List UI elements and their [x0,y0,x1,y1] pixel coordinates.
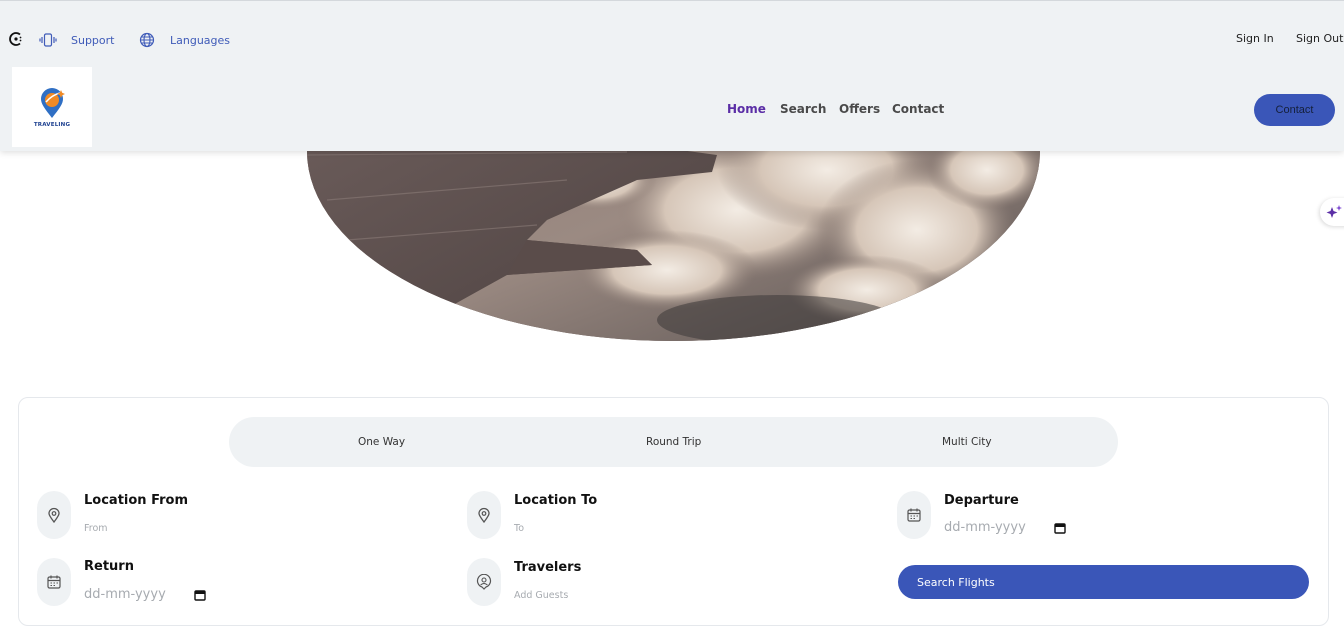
logo-pin-icon [41,87,65,118]
travelers-label: Travelers [514,560,582,575]
return-date-input[interactable]: dd-mm-yyyy [84,587,206,602]
user-pin-icon [476,574,492,590]
languages-link[interactable]: Languages [139,32,230,48]
site-header: Support Languages Sign In Sign Out TRAVE… [0,0,1344,151]
map-pin-icon [478,507,490,523]
departure-placeholder: dd-mm-yyyy [944,520,1026,535]
search-flights-button[interactable]: Search Flights [898,565,1309,599]
languages-label: Languages [170,33,231,47]
calendar-icon [907,508,921,522]
tab-one-way[interactable]: One Way [358,436,405,448]
sign-out-link[interactable]: Sign Out [1296,32,1343,45]
nav-item-home[interactable]: Home [727,102,766,116]
location-to-icon-wrap [467,491,501,539]
calendar-icon [47,575,61,589]
sparkle-icon [1326,205,1342,218]
map-pin-icon [48,507,60,523]
date-picker-icon[interactable] [1054,522,1066,534]
location-from-input[interactable]: From [84,523,108,534]
return-icon-wrap [37,558,71,606]
location-to-input[interactable]: To [514,523,524,534]
departure-label: Departure [944,493,1019,508]
travelers-icon-wrap [467,558,501,606]
site-logo[interactable]: TRAVELING [12,67,92,147]
return-label: Return [84,559,134,574]
location-from-icon-wrap [37,491,71,539]
ai-assistant-tab[interactable] [1320,198,1344,226]
nav-item-offers[interactable]: Offers [839,102,880,116]
location-from-label: Location From [84,493,189,508]
contact-button[interactable]: Contact [1254,94,1335,126]
support-link[interactable]: Support [39,32,114,48]
accessibility-icon[interactable] [7,30,25,48]
nav-item-contact[interactable]: Contact [892,102,944,116]
tab-round-trip[interactable]: Round Trip [646,436,701,448]
departure-date-input[interactable]: dd-mm-yyyy [944,520,1066,535]
globe-icon [139,32,155,48]
support-label: Support [71,33,115,47]
nav-item-search[interactable]: Search [780,102,826,116]
sign-in-link[interactable]: Sign In [1236,32,1274,45]
location-to-label: Location To [514,493,598,508]
tab-multi-city[interactable]: Multi City [942,436,992,448]
phone-vibrate-icon [39,33,57,47]
return-placeholder: dd-mm-yyyy [84,587,166,602]
date-picker-icon[interactable] [194,589,206,601]
top-bar: Support Languages Sign In Sign Out [0,1,1344,79]
logo-text: TRAVELING [33,121,71,128]
departure-icon-wrap [897,491,931,539]
travelers-input[interactable]: Add Guests [514,590,568,601]
